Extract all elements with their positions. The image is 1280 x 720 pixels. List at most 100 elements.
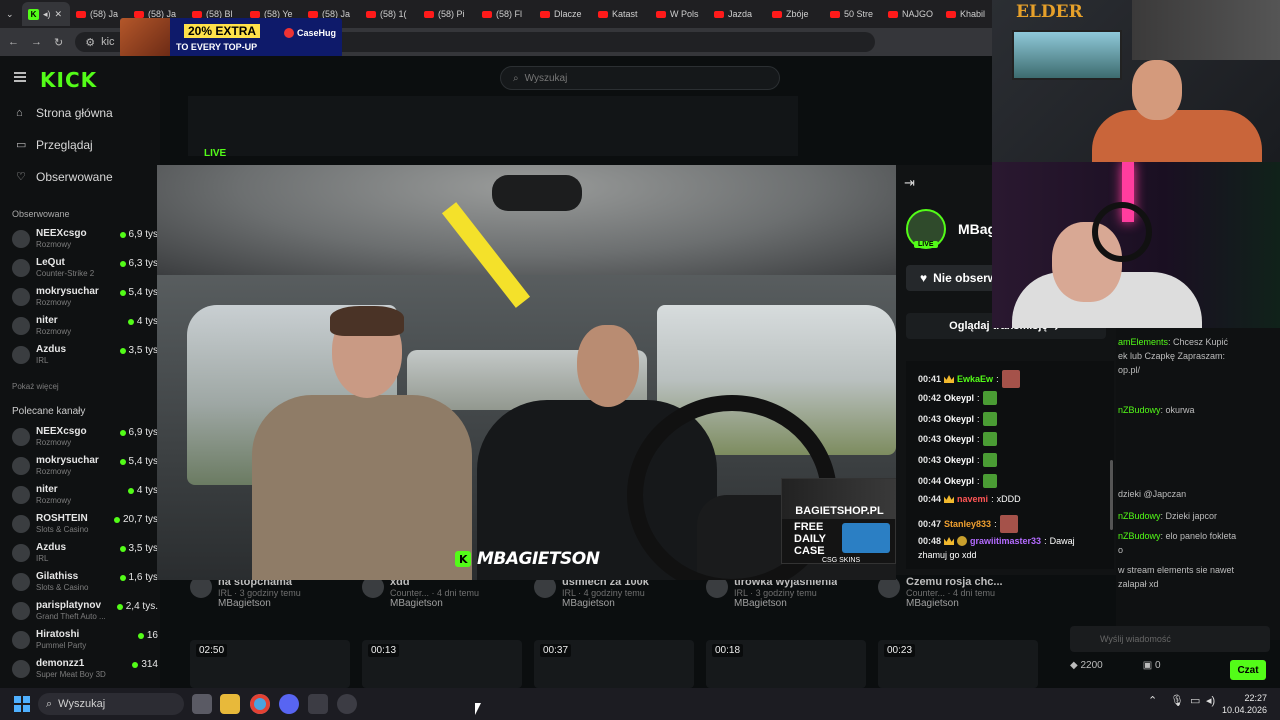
chat-username[interactable]: grawiitimaster33 xyxy=(970,536,1041,546)
browser-tab[interactable]: Dlacze xyxy=(534,2,592,26)
video-player[interactable]: K MBAGIETSON BAGIETSHOP.PL FREE DAILY CAS… xyxy=(157,165,896,580)
kick-watermark-icon: K xyxy=(455,551,471,567)
kick-logo[interactable]: KICK xyxy=(40,68,97,92)
browser-tab[interactable]: Khabil xyxy=(940,2,998,26)
browser-tab[interactable]: NAJGO xyxy=(882,2,940,26)
browser-tab[interactable]: Jazda xyxy=(708,2,766,26)
sidebar-channel[interactable]: niter Rozmowy 4 tys xyxy=(12,484,158,512)
browser-tab[interactable]: (58) Pi xyxy=(418,2,476,26)
clip-thumbnail[interactable]: 00:13 xyxy=(362,640,522,688)
video-card[interactable]: Czemu rosja chc... Counter... · 4 dni tem… xyxy=(878,576,1048,626)
sidebar-channel[interactable]: Azdus IRL 3,5 tys xyxy=(12,542,158,570)
unfollow-button[interactable]: ♥ Nie obserw xyxy=(906,265,1006,291)
sidebar-channel[interactable]: Hiratoshi Pummel Party 16 xyxy=(12,629,158,657)
volume-icon[interactable]: ◂) xyxy=(1206,694,1215,707)
forward-icon[interactable]: → xyxy=(31,36,42,48)
tab-kick-active[interactable]: K ◂) ✕ xyxy=(22,2,70,26)
browser-tab[interactable]: Katast xyxy=(592,2,650,26)
browser-tab-label: (58) Ja xyxy=(90,9,119,19)
chrome-icon[interactable] xyxy=(250,694,270,714)
chat-scrollbar[interactable] xyxy=(1110,460,1113,530)
chat-username[interactable]: Okeypl xyxy=(944,476,974,486)
chat-points[interactable]: ◆ 2200 xyxy=(1070,660,1103,671)
clip-thumbnail[interactable]: 00:23 xyxy=(878,640,1038,688)
sidebar-channel[interactable]: ROSHTEIN Slots & Casino 20,7 tys xyxy=(12,513,158,541)
mute-icon[interactable]: ◂) xyxy=(43,9,51,20)
sidebar-channel[interactable]: mokrysuchar Rozmowy 5,4 tys xyxy=(12,455,158,483)
sidebar-channel[interactable]: NEEXcsgo Rozmowy 6,9 tys xyxy=(12,426,158,454)
browser-tab[interactable]: (58) 1( xyxy=(360,2,418,26)
sidebar-channel[interactable]: mokrysuchar Rozmowy 5,4 tys xyxy=(12,286,158,314)
right-chat-text: : okurwa xyxy=(1160,405,1195,415)
background-stream-thumbnail[interactable] xyxy=(188,96,798,156)
windows-start-icon[interactable] xyxy=(14,696,30,712)
chat-username[interactable]: navemi xyxy=(957,494,988,504)
colon: : xyxy=(1044,536,1047,546)
browser-tab[interactable]: 50 Stre xyxy=(824,2,882,26)
tray-chevron-icon[interactable]: ⌃ xyxy=(1148,694,1157,707)
chat-send-button[interactable]: Czat xyxy=(1230,660,1266,680)
video-card[interactable]: na stopchama IRL · 3 godziny temu MBagiets… xyxy=(190,576,360,626)
youtube-favicon-icon xyxy=(250,10,260,18)
clip-thumbnail[interactable]: 02:50 xyxy=(190,640,350,688)
chat-input[interactable]: Wyślij wiadomość xyxy=(1070,626,1270,652)
obs-icon[interactable] xyxy=(337,694,357,714)
sidebar-channel[interactable]: Gilathiss Slots & Casino 1,6 tys xyxy=(12,571,158,599)
nav-home[interactable]: ⌂ Strona główna xyxy=(16,106,113,120)
taskbar-search[interactable]: ⌕ Wyszukaj xyxy=(38,693,184,715)
clip-thumbnail[interactable]: 00:37 xyxy=(534,640,694,688)
right-chat-user[interactable]: nZBudowy xyxy=(1118,511,1161,521)
site-info-icon[interactable]: ⚙ xyxy=(85,36,95,49)
right-chat-user[interactable]: nZBudowy xyxy=(1118,405,1161,415)
browser-tab[interactable]: (58) Fl xyxy=(476,2,534,26)
close-tab-icon[interactable]: ✕ xyxy=(55,9,63,20)
right-chat-user[interactable]: amElements xyxy=(1118,337,1168,347)
chat-username[interactable]: Stanley833 xyxy=(944,519,991,529)
chat-username[interactable]: EwkaEw xyxy=(957,374,993,384)
sidebar-channel[interactable]: niter Rozmowy 4 tys xyxy=(12,315,158,343)
sidebar-channel[interactable]: LeQut Counter-Strike 2 6,3 tys xyxy=(12,257,158,285)
channel-viewers: 6,9 tys xyxy=(120,229,158,240)
sidebar-channel[interactable]: Azdus IRL 3,5 tys xyxy=(12,344,158,372)
sidebar-channel[interactable]: demonzz1 Super Meat Boy 3D 314 xyxy=(12,658,158,686)
channel-category: Grand Theft Auto ... xyxy=(36,612,106,621)
microphone-icon[interactable]: 🎙 xyxy=(1170,694,1184,707)
nav-browse[interactable]: ▭ Przeglądaj xyxy=(16,138,93,152)
menu-icon[interactable] xyxy=(14,72,26,82)
discord-icon[interactable] xyxy=(279,694,299,714)
browser-tab[interactable]: Zbóje xyxy=(766,2,824,26)
channel-category: Rozmowy xyxy=(36,438,72,447)
task-view-icon[interactable] xyxy=(192,694,212,714)
back-icon[interactable]: ← xyxy=(8,36,19,48)
show-more-link[interactable]: Pokaż więcej xyxy=(12,382,59,391)
collapse-panel-icon[interactable]: ⇥ xyxy=(904,175,915,191)
taskbar-clock[interactable]: 22:27 10.04.2026 xyxy=(1222,692,1267,716)
tab-list-button[interactable]: ⌄ xyxy=(0,2,22,26)
chat-count[interactable]: ▣ 0 xyxy=(1143,660,1161,671)
right-chat-user[interactable]: nZBudowy xyxy=(1118,531,1161,541)
youtube-favicon-icon xyxy=(946,10,956,18)
sidebar-channel[interactable]: NEEXcsgo Rozmowy 6,9 tys xyxy=(12,228,158,256)
network-icon[interactable]: ▭ xyxy=(1190,694,1200,707)
video-card[interactable]: usmiech za 100k IRL · 4 godziny temu MBagi… xyxy=(534,576,704,626)
right-chat-text: o xyxy=(1118,545,1124,555)
clip-thumbnail[interactable]: 00:18 xyxy=(706,640,866,688)
app-icon[interactable] xyxy=(308,694,328,714)
channel-viewers: 6,3 tys xyxy=(120,258,158,269)
right-chat-text: : Chcesz Kupić xyxy=(1168,337,1229,347)
chat-username[interactable]: Okeypl xyxy=(944,393,974,403)
reload-icon[interactable]: ↻ xyxy=(54,36,63,49)
sidebar-channel[interactable]: parisplatynov Grand Theft Auto ... 2,4 tys… xyxy=(12,600,158,628)
browser-tab[interactable]: W Pols xyxy=(650,2,708,26)
channel-name: mokrysuchar xyxy=(36,286,99,297)
chat-username[interactable]: Okeypl xyxy=(944,455,974,465)
video-card[interactable]: tirowka wyjaśnienia IRL · 3 godziny temu M… xyxy=(706,576,876,626)
search-input[interactable]: ⌕ Wyszukaj xyxy=(500,66,780,90)
video-card[interactable]: xdd Counter... · 4 dni temu MBagietson xyxy=(362,576,532,626)
nav-following[interactable]: ♡ Obserwowane xyxy=(16,170,113,184)
casehug-ad-banner[interactable]: 20% EXTRA TO EVERY TOP-UP CaseHug xyxy=(120,18,342,58)
chat-username[interactable]: Okeypl xyxy=(944,414,974,424)
file-explorer-icon[interactable] xyxy=(220,694,240,714)
chat-username[interactable]: Okeypl xyxy=(944,434,974,444)
channel-name: LeQut xyxy=(36,257,65,268)
